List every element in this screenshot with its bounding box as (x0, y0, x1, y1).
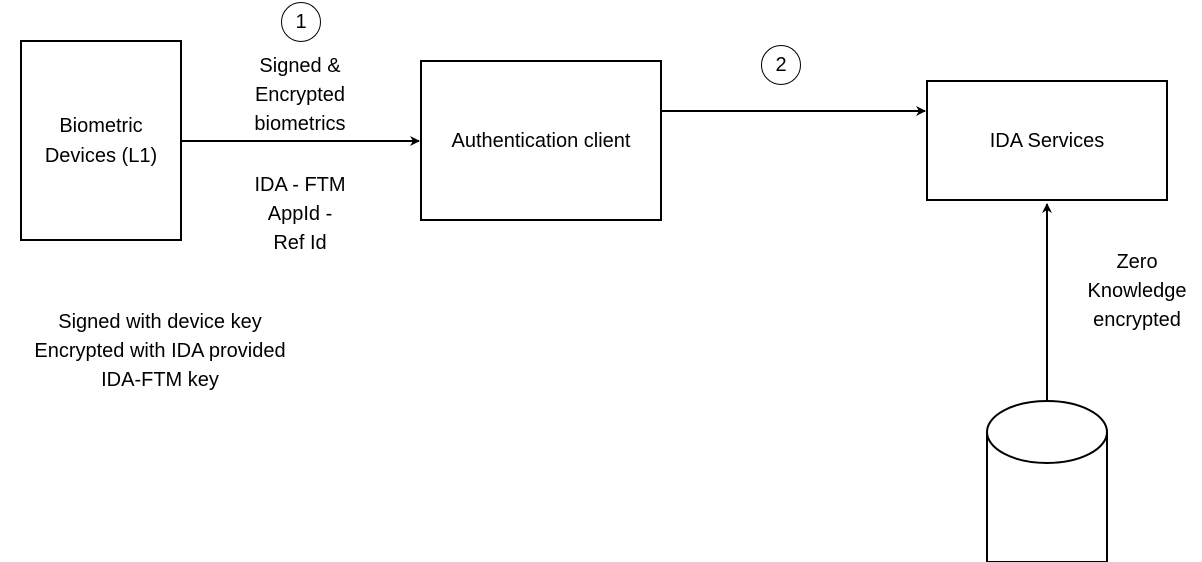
edge-label-zero-knowledge: Zero Knowledge encrypted (1076, 248, 1198, 335)
step-1-number: 1 (295, 10, 307, 33)
edge-label-ida-ftm: IDA - FTM AppId - Ref Id (230, 171, 370, 258)
step-2-number: 2 (775, 53, 787, 76)
biometric-devices-node[interactable]: Biometric Devices (L1) (20, 40, 182, 241)
authentication-client-label: Authentication client (451, 129, 631, 152)
database-cylinder[interactable] (986, 400, 1108, 562)
edge-label-signed-encrypted-line-1: Signed & (259, 55, 341, 77)
edge-label-zero-knowledge-line-1: Zero (1116, 251, 1158, 273)
edge-label-zero-knowledge-line-2: Knowledge (1087, 280, 1187, 302)
biometric-devices-label-line-2: Devices (L1) (44, 144, 158, 167)
ida-services-node[interactable]: IDA Services (926, 80, 1168, 201)
edge-label-signed-encrypted-line-3: biometrics (254, 113, 346, 135)
biometric-devices-label-line-1: Biometric (59, 114, 143, 137)
device-key-note-line-3: IDA-FTM key (101, 369, 219, 391)
device-key-note-line-1: Signed with device key (58, 311, 262, 333)
device-key-note-line-2: Encrypted with IDA provided (34, 340, 286, 362)
diagram-canvas: Biometric Devices (L1) Authentication cl… (0, 0, 1202, 562)
edge-label-signed-encrypted-line-2: Encrypted (254, 84, 346, 106)
edge-label-signed-encrypted: Signed & Encrypted biometrics (230, 52, 370, 139)
device-key-note: Signed with device key Encrypted with ID… (0, 308, 320, 395)
ida-services-label: IDA Services (989, 129, 1105, 152)
edge-label-ida-ftm-line-1: IDA - FTM (254, 174, 346, 196)
authentication-client-node[interactable]: Authentication client (420, 60, 662, 221)
edge-label-ida-ftm-line-3: Ref Id (273, 232, 327, 254)
step-1-marker: 1 (281, 2, 321, 42)
edge-label-ida-ftm-line-2: AppId - (267, 203, 333, 225)
biometric-devices-label: Biometric Devices (L1) (45, 111, 157, 171)
edge-label-zero-knowledge-line-3: encrypted (1093, 309, 1181, 331)
step-2-marker: 2 (761, 45, 801, 85)
